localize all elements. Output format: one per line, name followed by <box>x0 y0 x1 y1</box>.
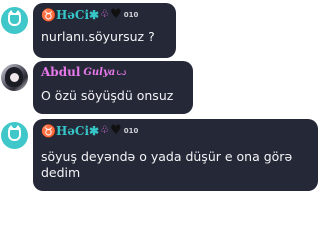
message-text: söyuş deyəndə o yada düşür e ona görə de… <box>41 149 293 180</box>
sender-name[interactable]: Abdul <box>41 65 80 79</box>
crown-icon: ꙍ <box>116 66 127 78</box>
level-badge: 010 <box>123 10 139 19</box>
message-text: O özü söyüşdü onsuz <box>41 88 174 103</box>
message-bubble[interactable]: ♉HəCi✱ ♧ ♥ 010 söyuş deyəndə o yada düşü… <box>33 119 318 191</box>
heart-icon: ♥ <box>110 123 122 138</box>
frame-decoration-icon: ♧ <box>100 9 110 20</box>
message-bubble[interactable]: Abdul Gulya ꙍ O özü söyüşdü onsuz <box>33 61 193 114</box>
bull-icon <box>8 10 21 26</box>
message-text: nurlanı.söyursuz ? <box>41 29 155 44</box>
bull-icon <box>8 125 21 141</box>
frame-decoration-icon: ♧ <box>100 125 110 136</box>
sender-row: Abdul Gulya ꙍ <box>41 65 127 79</box>
sender-name-suffix: Gulya <box>83 66 116 78</box>
heart-icon: ♥ <box>110 7 122 22</box>
sender-name[interactable]: ♉HəCi✱ <box>41 8 99 22</box>
avatar[interactable] <box>1 7 28 34</box>
avatar[interactable] <box>1 122 28 149</box>
sender-row: ♉HəCi✱ ♧ ♥ 010 <box>41 123 138 138</box>
avatar[interactable] <box>1 64 28 91</box>
avatar-face <box>10 73 19 82</box>
sender-name[interactable]: ♉HəCi✱ <box>41 124 99 138</box>
message-bubble[interactable]: ♉HəCi✱ ♧ ♥ 010 nurlanı.söyursuz ? <box>33 3 176 58</box>
level-badge: 010 <box>123 126 139 135</box>
sender-row: ♉HəCi✱ ♧ ♥ 010 <box>41 7 138 22</box>
